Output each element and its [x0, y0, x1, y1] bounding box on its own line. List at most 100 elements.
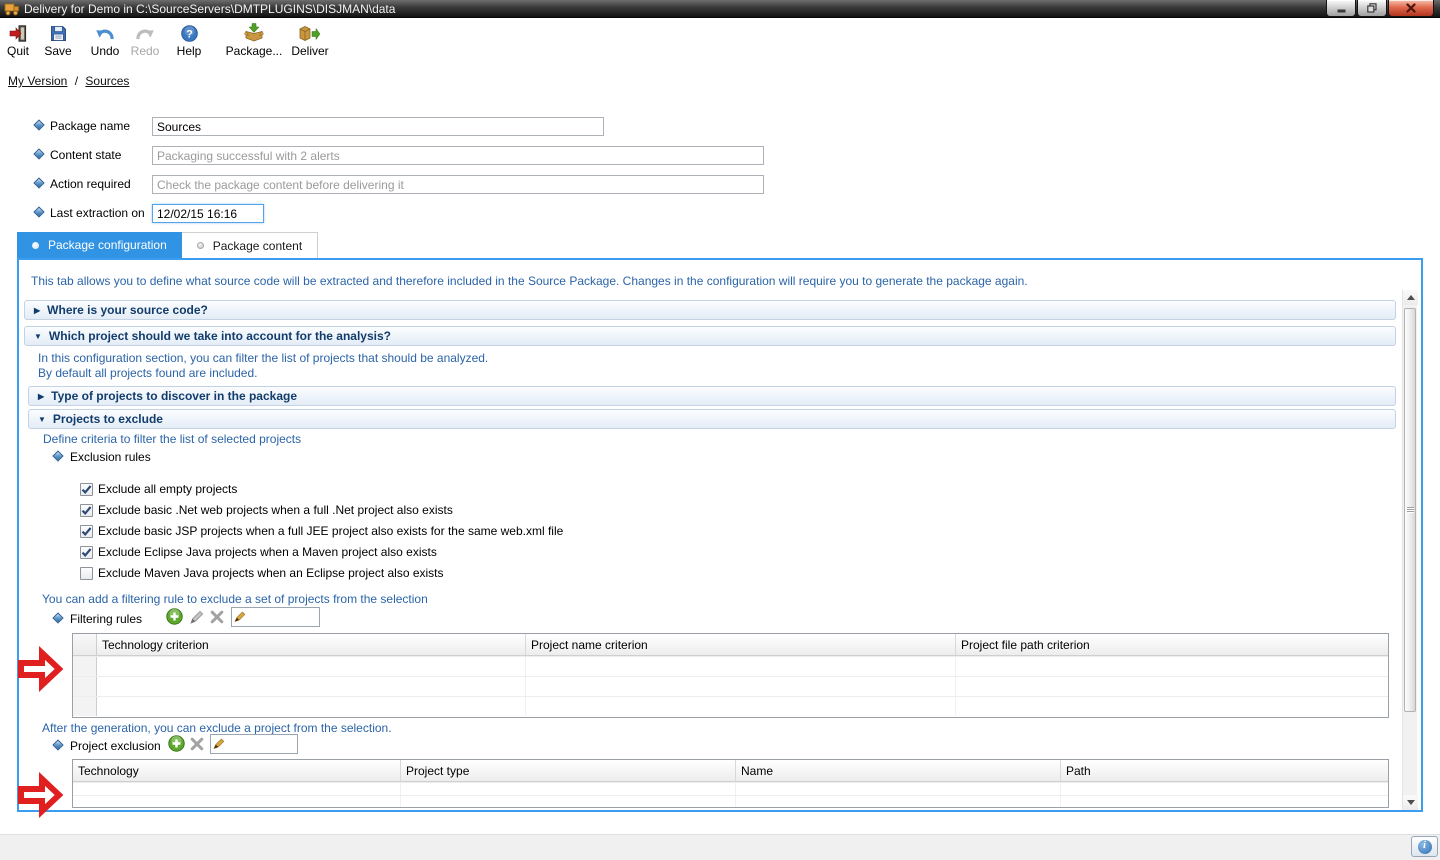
row-selector[interactable]: [73, 677, 97, 696]
main-toolbar: Quit Save Undo: [0, 18, 1440, 68]
checkbox-label: Exclude basic JSP projects when a full J…: [98, 524, 563, 538]
table-header-row: Technology criterion Project name criter…: [73, 634, 1388, 656]
tab-package-configuration[interactable]: Package configuration: [17, 232, 182, 258]
scroll-up-button[interactable]: [1403, 290, 1418, 305]
tab-bullet-icon: [197, 242, 204, 249]
table-row[interactable]: [73, 782, 1388, 795]
exclusion-rules-label: Exclusion rules: [70, 450, 151, 464]
triangle-up-icon: [1407, 295, 1415, 300]
package-configuration-panel: This tab allows you to define what sourc…: [17, 258, 1423, 812]
section-title: Which project should we take into accoun…: [49, 329, 391, 343]
row-selector[interactable]: [73, 657, 97, 676]
column-header-project-type[interactable]: Project type: [401, 760, 736, 781]
checkbox[interactable]: [80, 483, 93, 496]
diamond-icon: [33, 177, 44, 188]
last-extraction-input[interactable]: [152, 204, 264, 223]
restore-button[interactable]: [1357, 0, 1387, 17]
column-header-project-file-path-criterion[interactable]: Project file path criterion: [956, 634, 1388, 655]
action-required-input: [152, 175, 764, 194]
checkbox-label: Exclude Maven Java projects when an Ecli…: [98, 566, 444, 580]
package-button[interactable]: Package...: [224, 22, 284, 58]
column-header-path[interactable]: Path: [1061, 760, 1388, 781]
package-box-icon: [224, 22, 284, 42]
filtering-hint-text: You can add a filtering rule to exclude …: [42, 592, 428, 606]
table-row[interactable]: [73, 795, 1388, 807]
project-exclusion-filter-input[interactable]: [210, 734, 298, 754]
project-exclusion-label: Project exclusion: [70, 739, 161, 753]
exclusion-rule-row: Exclude basic .Net web projects when a f…: [80, 502, 453, 518]
checkbox[interactable]: [80, 525, 93, 538]
exclude-desc-text: Define criteria to filter the list of se…: [43, 432, 301, 446]
edit-filtering-rule-button[interactable]: [189, 609, 205, 628]
filtering-rules-filter-input[interactable]: [231, 607, 320, 627]
help-label: Help: [172, 44, 206, 58]
section-header-which-project[interactable]: ▼ Which project should we take into acco…: [24, 326, 1396, 346]
restore-icon: [1367, 3, 1377, 13]
deliver-button[interactable]: Deliver: [286, 22, 334, 58]
help-button[interactable]: ? Help: [172, 22, 206, 58]
column-header-technology[interactable]: Technology: [73, 760, 401, 781]
quit-label: Quit: [2, 44, 34, 58]
section-header-where-is-source[interactable]: ▶ Where is your source code?: [24, 300, 1396, 320]
scrollbar-grip: [1407, 507, 1414, 513]
breadcrumb-sources[interactable]: Sources: [85, 74, 129, 88]
minimize-button[interactable]: [1326, 0, 1356, 17]
package-name-input[interactable]: [152, 117, 604, 136]
undo-button[interactable]: Undo: [86, 22, 124, 58]
table-row[interactable]: [73, 656, 1388, 676]
checkbox[interactable]: [80, 546, 93, 559]
add-project-exclusion-button[interactable]: [168, 735, 185, 755]
edit-pencil-icon: [189, 609, 205, 625]
package-label: Package...: [224, 44, 284, 58]
check-icon: [81, 526, 92, 537]
column-header-technology-criterion[interactable]: Technology criterion: [97, 634, 526, 655]
exclusion-rule-row: Exclude Maven Java projects when an Ecli…: [80, 565, 444, 581]
save-button[interactable]: Save: [40, 22, 76, 58]
deliver-label: Deliver: [286, 44, 334, 58]
table-row[interactable]: [73, 676, 1388, 696]
project-exclusion-hint-text: After the generation, you can exclude a …: [42, 721, 392, 735]
section-title: Type of projects to discover in the pack…: [51, 389, 297, 403]
column-header-name[interactable]: Name: [736, 760, 1061, 781]
close-button[interactable]: [1388, 0, 1434, 17]
status-bar: [0, 834, 1440, 860]
project-exclusion-table: Technology Project type Name Path: [72, 759, 1389, 808]
help-question-icon: ?: [172, 22, 206, 42]
info-button[interactable]: i: [1411, 836, 1438, 857]
deliver-box-icon: [286, 22, 334, 42]
window-title: Delivery for Demo in C:\SourceServers\DM…: [24, 2, 395, 16]
expanded-arrow-icon: ▼: [38, 415, 46, 424]
minimize-icon: [1337, 4, 1346, 13]
check-icon: [81, 505, 92, 516]
redo-label: Redo: [126, 44, 164, 58]
delete-x-icon: [210, 610, 224, 624]
checkbox-label: Exclude basic .Net web projects when a f…: [98, 503, 453, 517]
section-header-type-of-projects[interactable]: ▶ Type of projects to discover in the pa…: [28, 386, 1396, 406]
row-selector[interactable]: [73, 697, 97, 716]
tab-package-content[interactable]: Package content: [182, 232, 318, 258]
delete-project-exclusion-button[interactable]: [190, 737, 204, 754]
checkbox[interactable]: [80, 504, 93, 517]
delete-filtering-rule-button[interactable]: [210, 610, 224, 627]
checkbox[interactable]: [80, 567, 93, 580]
svg-text:?: ?: [186, 29, 193, 41]
check-icon: [81, 547, 92, 558]
undo-arrow-icon: [86, 22, 124, 42]
add-filtering-rule-button[interactable]: [166, 608, 183, 628]
scroll-down-button[interactable]: [1403, 795, 1418, 810]
check-icon: [81, 484, 92, 495]
titlebar[interactable]: Delivery for Demo in C:\SourceServers\DM…: [0, 0, 1440, 18]
section-header-projects-to-exclude[interactable]: ▼ Projects to exclude: [28, 409, 1396, 429]
vertical-scrollbar[interactable]: [1402, 290, 1417, 810]
exclusion-rule-row: Exclude all empty projects: [80, 481, 237, 497]
quit-button[interactable]: Quit: [2, 22, 34, 58]
breadcrumb-my-version[interactable]: My Version: [8, 74, 67, 88]
column-header-project-name-criterion[interactable]: Project name criterion: [526, 634, 956, 655]
undo-label: Undo: [86, 44, 124, 58]
action-required-label: Action required: [50, 177, 131, 191]
tab-intro-text: This tab allows you to define what sourc…: [31, 274, 1028, 288]
diamond-icon: [52, 739, 63, 750]
scrollbar-thumb[interactable]: [1404, 308, 1416, 712]
table-row[interactable]: [73, 696, 1388, 716]
collapsed-arrow-icon: ▶: [34, 306, 40, 315]
